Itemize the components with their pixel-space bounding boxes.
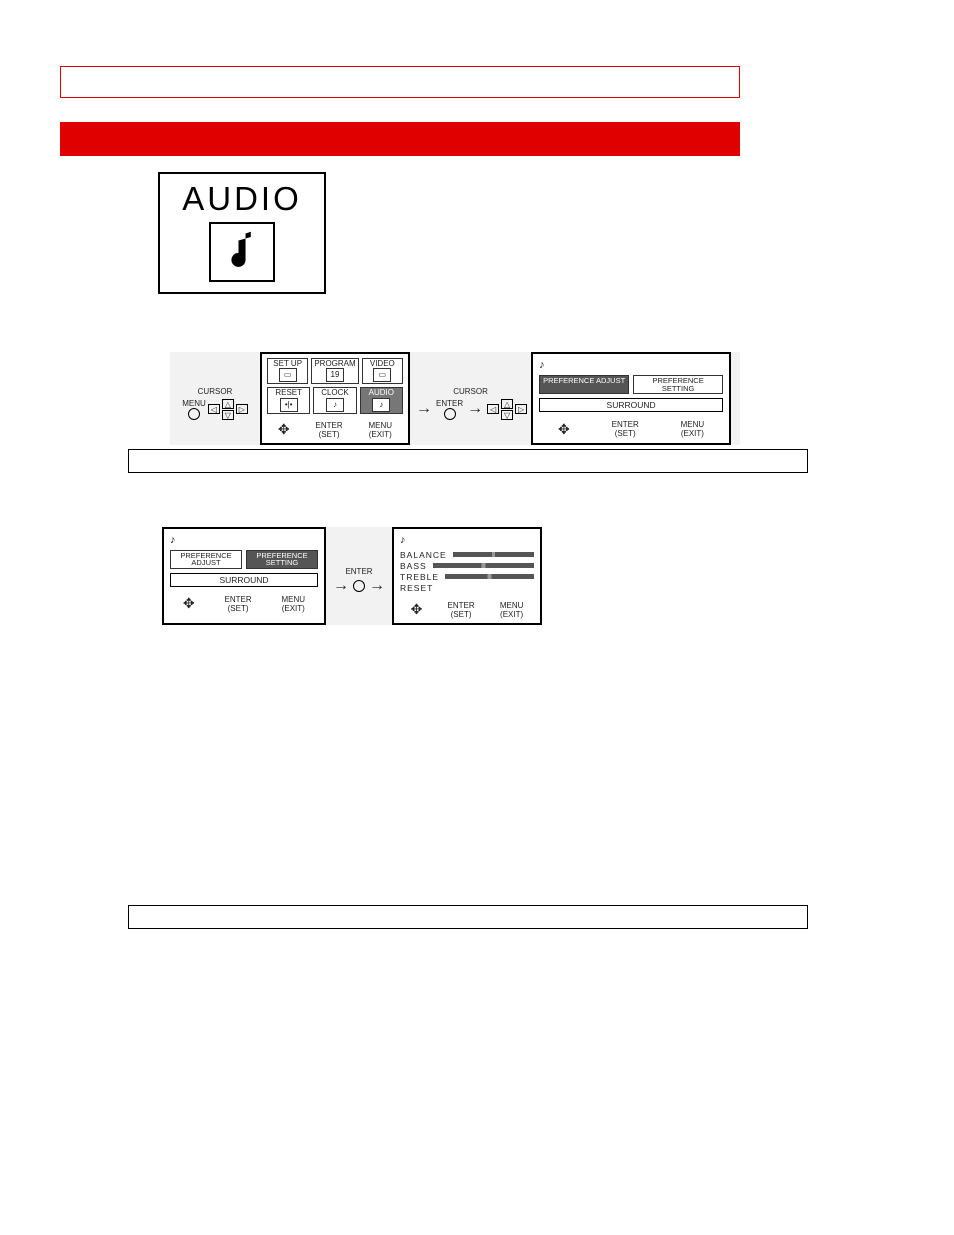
footer-menu: MENU(EXIT)	[369, 421, 393, 439]
up-arrow-icon-2: △	[501, 399, 513, 409]
dpad-icon-4: ✥	[411, 601, 423, 618]
item-balance: BALANCE	[400, 550, 447, 560]
dpad-icon-2: ✥	[558, 421, 570, 438]
surround-row: SURROUND	[539, 398, 723, 412]
right-arrow-icon: ▷	[236, 404, 248, 414]
osd-item-program: PROGRAM19	[311, 358, 358, 384]
counter-icon: 19	[326, 368, 344, 382]
slider-icon	[453, 552, 534, 557]
footer-menu-2: MENU(EXIT)	[681, 420, 705, 438]
item-reset: RESET	[400, 583, 433, 593]
video-icon: ▭	[373, 368, 391, 382]
osd-item-setup: SET UP▭	[267, 358, 308, 384]
slider-icon-2	[433, 563, 534, 568]
music-note-box	[209, 222, 275, 282]
music-note-small-icon-3: ♪	[400, 534, 534, 546]
slider-icon-3	[445, 574, 534, 579]
monitor-icon: ▭	[279, 368, 297, 382]
enter-label: ENTER	[436, 399, 463, 408]
osd-audio-submenu: ♪ PREFERENCE ADJUST PREFERENCE SETTING S…	[531, 352, 731, 445]
footer-enter-3: ENTER(SET)	[225, 595, 252, 613]
audio-label: AUDIO	[170, 180, 314, 218]
audio-tile: AUDIO	[158, 172, 326, 294]
osd-item-audio: AUDIO♪	[360, 387, 403, 413]
surround-row-2: SURROUND	[170, 573, 318, 587]
clock-icon: ♪	[326, 398, 344, 412]
menu-button-icon	[188, 408, 200, 420]
item-treble: TREBLE	[400, 572, 439, 582]
arrow-right-icon-3: →	[331, 577, 351, 595]
top-bordered-box	[60, 66, 740, 98]
footer-enter: ENTER(SET)	[316, 421, 343, 439]
enter-connector: ENTER → →	[326, 527, 392, 625]
menu-control: CURSOR MENU ◁ △ ▽ ▷	[170, 352, 260, 445]
figure-1: CURSOR MENU ◁ △ ▽ ▷ SET UP▭ PROGRAM19 VI…	[150, 352, 760, 473]
figure-2: ♪ PREFERENCE ADJUST PREFERENCE SETTING S…	[150, 527, 560, 625]
footer-menu-4: MENU(EXIT)	[500, 601, 524, 619]
arrow-right-icon: →	[414, 400, 434, 418]
up-arrow-icon: △	[222, 399, 234, 409]
cursor-label: CURSOR	[198, 387, 233, 396]
music-note-small-icon: ♪	[539, 359, 723, 371]
red-section-bar	[60, 122, 740, 156]
footer-enter-4: ENTER(SET)	[448, 601, 475, 619]
music-note-small-icon-2: ♪	[170, 534, 318, 546]
enter-label-2: ENTER	[345, 567, 372, 576]
down-arrow-icon-2: ▽	[501, 410, 513, 420]
music-note-icon	[224, 230, 260, 274]
enter-button-icon-2	[353, 580, 365, 592]
osd-item-clock: CLOCK♪	[313, 387, 356, 413]
pref-setting-cell-2: PREFERENCE SETTING	[246, 550, 318, 569]
left-arrow-icon-2: ◁	[487, 404, 499, 414]
osd-main-menu: SET UP▭ PROGRAM19 VIDEO▭ RESET•|• CLOCK♪…	[260, 352, 410, 445]
audio-icon: ♪	[372, 398, 390, 412]
figure-1-image: CURSOR MENU ◁ △ ▽ ▷ SET UP▭ PROGRAM19 VI…	[170, 352, 740, 445]
pref-adjust-cell: PREFERENCE ADJUST	[539, 375, 629, 394]
dpad-icon: ✥	[278, 421, 290, 438]
cursor-label-2: CURSOR	[453, 387, 488, 396]
item-bass: BASS	[400, 561, 427, 571]
arrow-right-icon-2: →	[465, 400, 485, 418]
figure-2-image: ♪ PREFERENCE ADJUST PREFERENCE SETTING S…	[162, 527, 542, 625]
menu-label: MENU	[182, 399, 206, 408]
enter-control: CURSOR → ENTER → ◁ △ ▽ ▷	[410, 352, 531, 445]
enter-button-icon	[444, 408, 456, 420]
down-arrow-icon: ▽	[222, 410, 234, 420]
reset-icon: •|•	[280, 398, 298, 412]
right-arrow-icon-2: ▷	[515, 404, 527, 414]
osd-balance-panel: ♪ BALANCE BASS TREBLE RESET ✥ ENTER(SET)…	[392, 527, 542, 625]
figure-2-rule-box	[128, 905, 808, 929]
osd-item-video: VIDEO▭	[362, 358, 403, 384]
footer-enter-2: ENTER(SET)	[612, 420, 639, 438]
pref-adjust-cell-2: PREFERENCE ADJUST	[170, 550, 242, 569]
pref-setting-cell: PREFERENCE SETTING	[633, 375, 723, 394]
dpad-icon-3: ✥	[183, 595, 195, 612]
left-arrow-icon: ◁	[208, 404, 220, 414]
osd-item-reset: RESET•|•	[267, 387, 310, 413]
osd-pref-panel: ♪ PREFERENCE ADJUST PREFERENCE SETTING S…	[162, 527, 326, 625]
figure-1-rule-box	[128, 449, 808, 473]
footer-menu-3: MENU(EXIT)	[282, 595, 306, 613]
arrow-right-icon-4: →	[367, 577, 387, 595]
